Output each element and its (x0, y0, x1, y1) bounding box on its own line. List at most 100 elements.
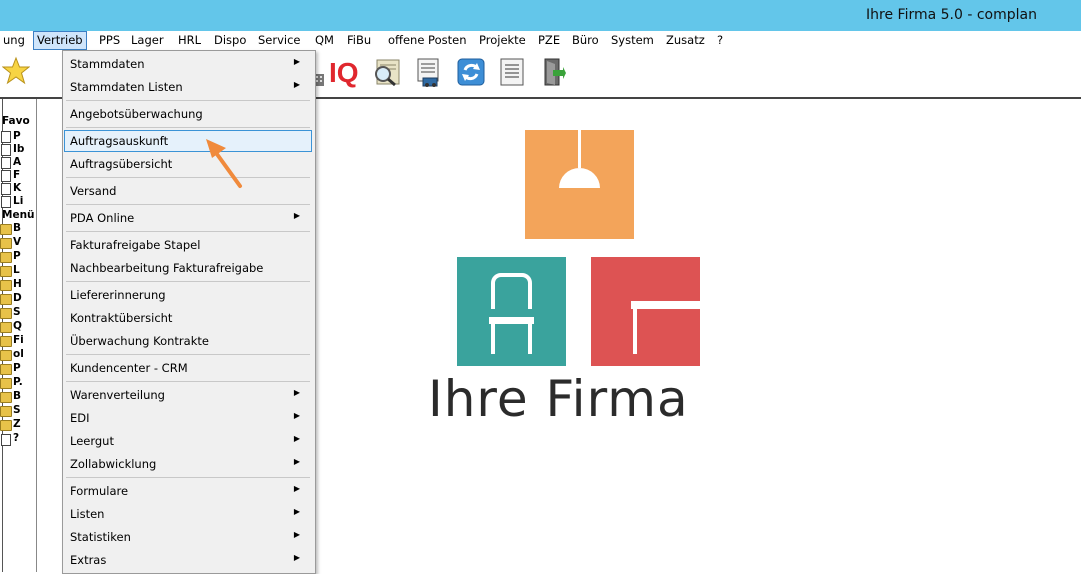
folder-icon (0, 336, 12, 347)
menu-ung[interactable]: ung (3, 33, 25, 47)
chair-icon (489, 273, 534, 354)
submenu-arrow-icon: ▶ (293, 80, 300, 89)
folder-icon (0, 294, 12, 305)
menu-header: Menü (2, 209, 35, 221)
menu-node-6[interactable]: D (13, 292, 22, 304)
menu-bar: ung Vertrieb PPS Lager HRL Dispo Service… (0, 31, 1081, 50)
menu-node-4[interactable]: L (13, 264, 20, 276)
menu-separator (66, 177, 310, 178)
annotation-arrow-icon (200, 136, 250, 195)
menu-node-7[interactable]: S (13, 306, 21, 318)
folder-icon (0, 224, 12, 235)
menu-item-leergut[interactable]: Leergut ▶ (64, 430, 312, 452)
document-icon (1, 144, 11, 156)
favorite-item-2[interactable]: Ib (13, 143, 24, 155)
menu-dispo[interactable]: Dispo (214, 33, 246, 47)
menu-item-stammdaten[interactable]: Stammdaten ▶ (64, 53, 312, 75)
menu-vertrieb[interactable]: Vertrieb (33, 31, 87, 50)
menu-node-1[interactable]: B (13, 222, 21, 234)
menu-node-3[interactable]: P (13, 250, 21, 262)
menu-item-statistiken[interactable]: Statistiken ▶ (64, 526, 312, 548)
menu-node-13[interactable]: B (13, 390, 21, 402)
menu-item-auftragsauskunft[interactable]: Auftragsauskunft (64, 130, 312, 152)
menu-node-8[interactable]: Q (13, 320, 22, 332)
favorite-item-5[interactable]: K (13, 182, 21, 194)
chair-logo-tile (457, 257, 566, 366)
iq-icon[interactable]: IQ (329, 58, 365, 88)
menu-separator (66, 231, 310, 232)
submenu-arrow-icon: ▶ (293, 553, 300, 562)
menu-projekte[interactable]: Projekte (479, 33, 526, 47)
folder-icon (0, 350, 12, 361)
folder-icon (0, 322, 12, 333)
menu-item-fakturafreigabe-stapel[interactable]: Fakturafreigabe Stapel (64, 234, 312, 256)
iq-label: IQ (329, 57, 359, 88)
menu-item-listen[interactable]: Listen ▶ (64, 503, 312, 525)
favorite-item-1[interactable]: P (13, 130, 21, 142)
menu-item-ueberwachung-kontrakte[interactable]: Überwachung Kontrakte (64, 330, 312, 352)
printer-icon[interactable] (413, 56, 443, 88)
vertrieb-dropdown-menu: Stammdaten ▶ Stammdaten Listen ▶ Angebot… (62, 50, 316, 574)
menu-node-10[interactable]: ol (13, 348, 24, 360)
submenu-arrow-icon: ▶ (293, 530, 300, 539)
menu-separator (66, 204, 310, 205)
favorite-item-6[interactable]: Li (13, 195, 23, 207)
menu-separator (66, 477, 310, 478)
menu-item-auftragsuebersicht[interactable]: Auftragsübersicht (64, 153, 312, 175)
star-icon[interactable] (1, 56, 32, 88)
menu-pps[interactable]: PPS (99, 33, 120, 47)
menu-node-5[interactable]: H (13, 278, 22, 290)
menu-offene-posten[interactable]: offene Posten (388, 33, 466, 47)
submenu-arrow-icon: ▶ (293, 57, 300, 66)
menu-system[interactable]: System (611, 33, 654, 47)
list-document-icon[interactable] (497, 56, 527, 88)
brand-name: Ihre Firma (428, 370, 689, 428)
folder-icon (0, 364, 12, 375)
menu-buero[interactable]: Büro (572, 33, 599, 47)
title-bar: Ihre Firma 5.0 - complan (0, 0, 1081, 31)
menu-service[interactable]: Service (258, 33, 301, 47)
menu-zusatz[interactable]: Zusatz (666, 33, 705, 47)
menu-node-9[interactable]: Fi (13, 334, 24, 346)
favorites-header: Favo (2, 115, 30, 127)
menu-node-11[interactable]: P (13, 362, 21, 374)
menu-pze[interactable]: PZE (538, 33, 560, 47)
submenu-arrow-icon: ▶ (293, 211, 300, 220)
menu-node-14[interactable]: S (13, 404, 21, 416)
menu-node-2[interactable]: V (13, 236, 21, 248)
menu-item-pda-online[interactable]: PDA Online ▶ (64, 207, 312, 229)
menu-node-15[interactable]: Z (13, 418, 21, 430)
menu-hrl[interactable]: HRL (178, 33, 201, 47)
submenu-arrow-icon: ▶ (293, 388, 300, 397)
menu-help[interactable]: ? (717, 33, 723, 47)
menu-item-versand[interactable]: Versand (64, 180, 312, 202)
menu-item-warenverteilung[interactable]: Warenverteilung ▶ (64, 384, 312, 406)
folder-icon (0, 308, 12, 319)
menu-fibu[interactable]: FiBu (347, 33, 371, 47)
menu-item-zollabwicklung[interactable]: Zollabwicklung ▶ (64, 453, 312, 475)
menu-item-formulare[interactable]: Formulare ▶ (64, 480, 312, 502)
menu-item-kundencenter-crm[interactable]: Kundencenter - CRM (64, 357, 312, 379)
submenu-arrow-icon: ▶ (293, 434, 300, 443)
folder-icon (0, 392, 12, 403)
favorite-item-3[interactable]: A (13, 156, 21, 168)
refresh-icon[interactable] (455, 56, 485, 88)
menu-item-edi[interactable]: EDI ▶ (64, 407, 312, 429)
exit-door-icon[interactable] (539, 56, 569, 88)
search-document-icon[interactable] (371, 56, 401, 88)
menu-qm[interactable]: QM (315, 33, 334, 47)
menu-item-liefererinnerung[interactable]: Liefererinnerung (64, 284, 312, 306)
table-icon (631, 301, 700, 354)
menu-item-nachbearbeitung-fakturafreigabe[interactable]: Nachbearbeitung Fakturafreigabe (64, 257, 312, 279)
lamp-icon (559, 130, 600, 188)
menu-item-stammdaten-listen[interactable]: Stammdaten Listen ▶ (64, 76, 312, 98)
menu-lager[interactable]: Lager (131, 33, 164, 47)
menu-item-extras[interactable]: Extras ▶ (64, 549, 312, 571)
folder-icon (0, 406, 12, 417)
menu-item-kontraktuebersicht[interactable]: Kontraktübersicht (64, 307, 312, 329)
favorite-item-4[interactable]: F (13, 169, 20, 181)
menu-node-16[interactable]: ? (13, 432, 19, 444)
document-icon (1, 170, 11, 182)
menu-item-angebotsueberwachung[interactable]: Angebotsüberwachung (64, 103, 312, 125)
menu-node-12[interactable]: P. (13, 376, 23, 388)
